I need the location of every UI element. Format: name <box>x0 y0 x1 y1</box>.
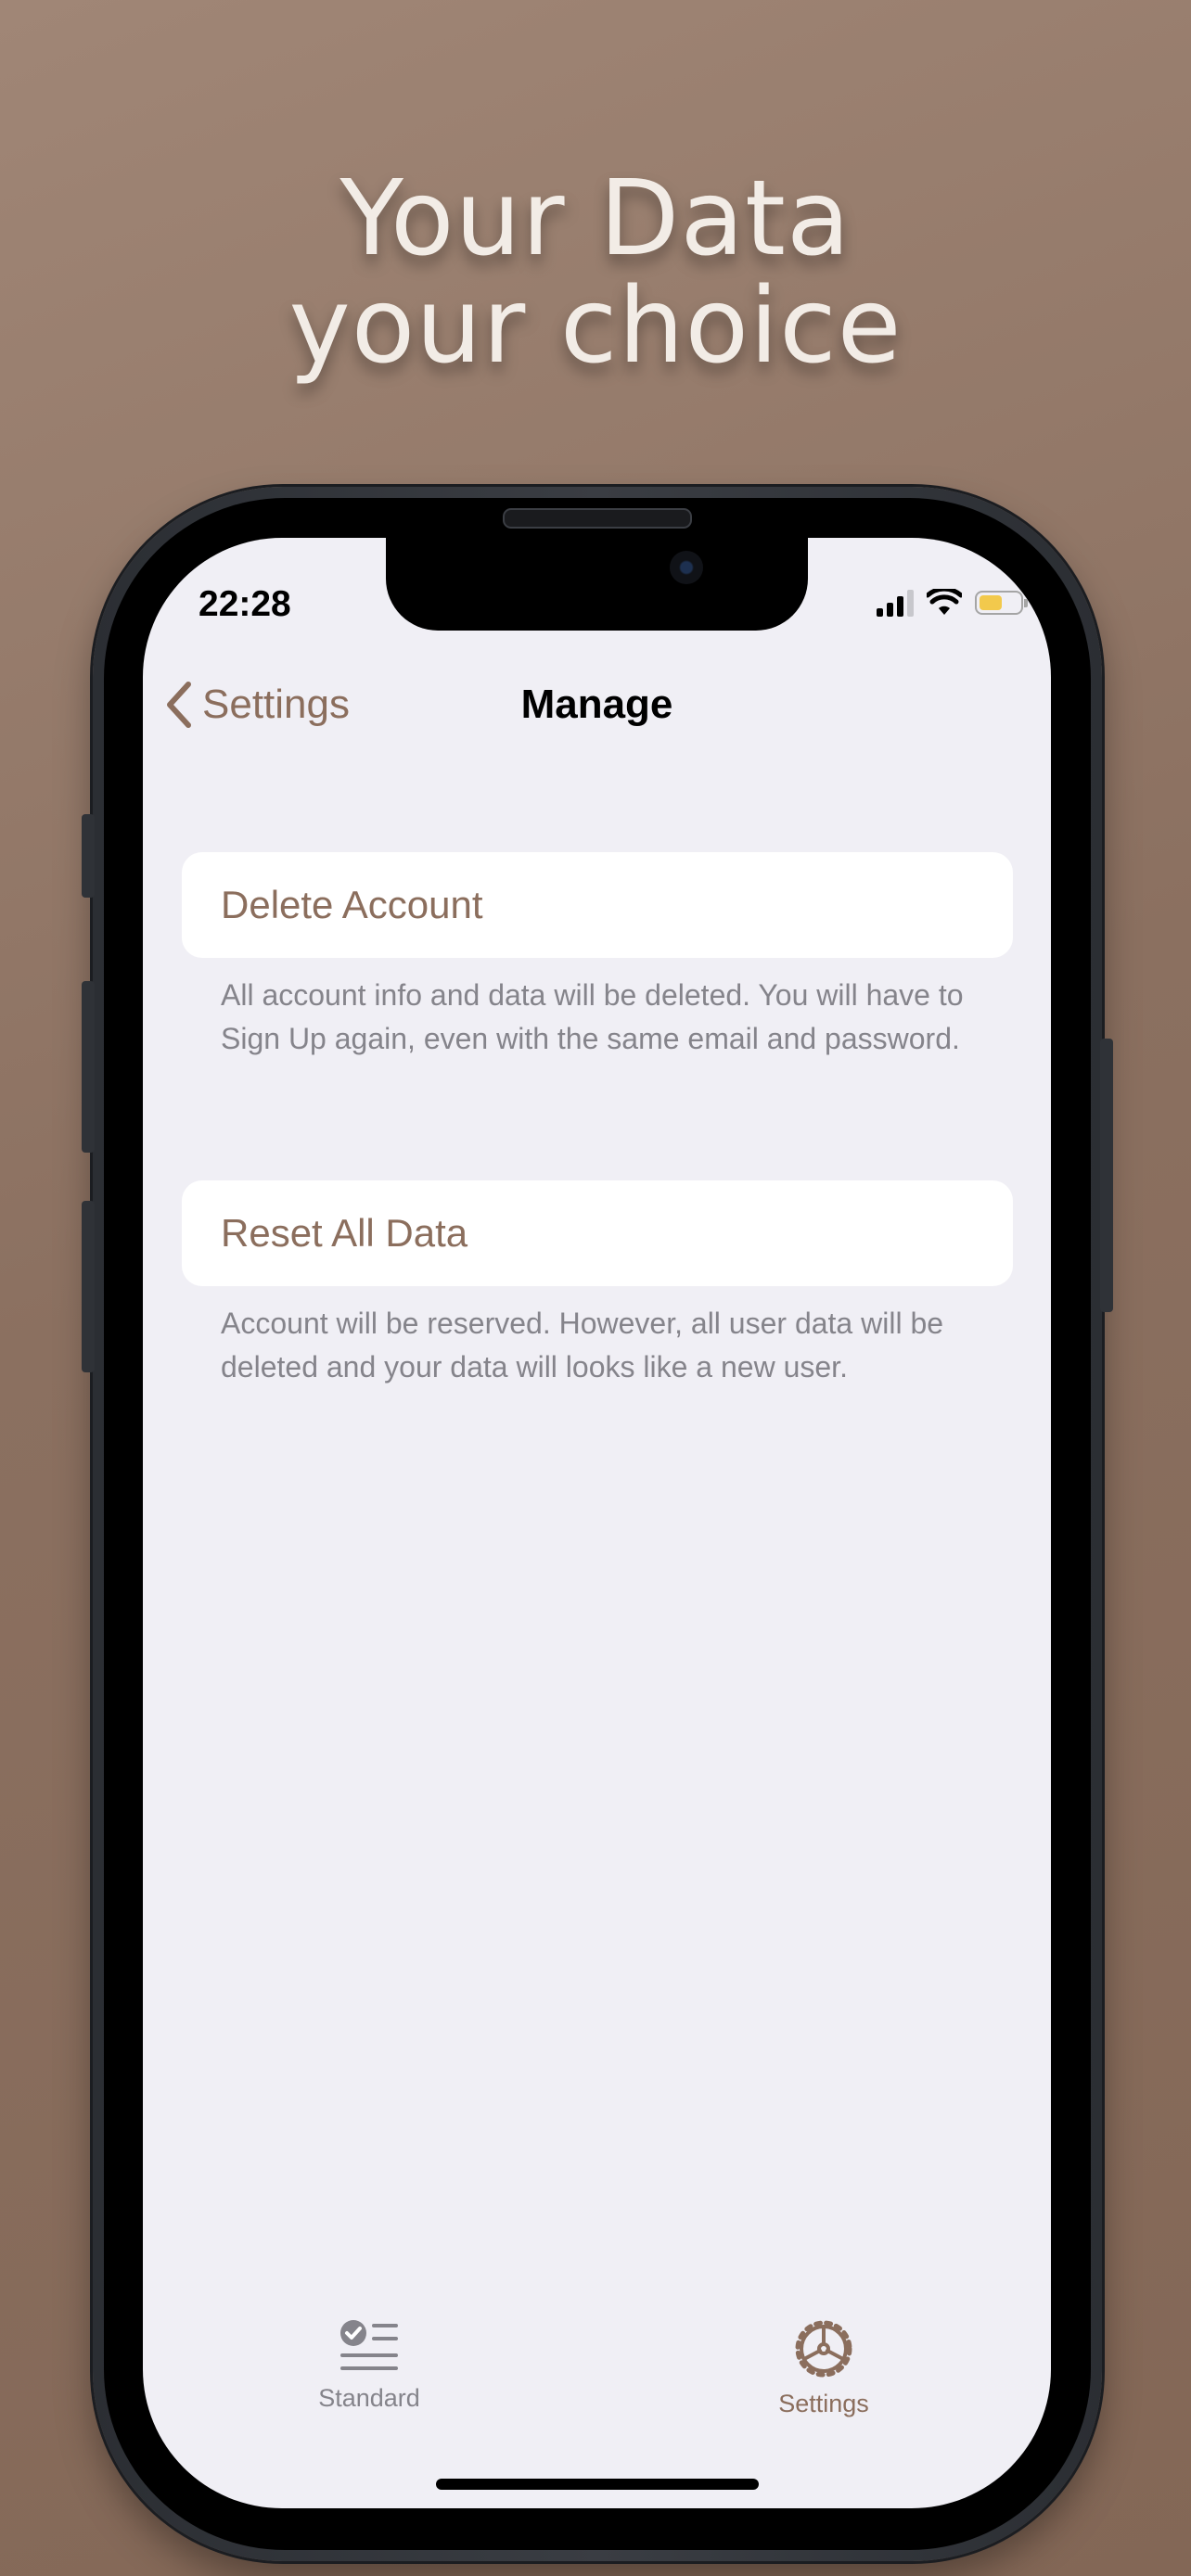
headline-line-2: your choice <box>288 266 903 387</box>
earpiece-speaker <box>503 508 692 529</box>
status-icons <box>877 586 1028 619</box>
chevron-left-icon <box>167 682 191 728</box>
phone-screen: 22:28 Manage Settings Delete Account All… <box>143 538 1051 2508</box>
back-button-label: Settings <box>202 682 350 727</box>
tab-bar: Standard Settings <box>143 2318 1051 2429</box>
delete-account-button[interactable]: Delete Account <box>182 852 1013 958</box>
volume-up-button <box>82 981 95 1153</box>
wifi-icon <box>927 589 962 615</box>
battery-icon <box>975 591 1028 615</box>
battery-level <box>980 595 1002 610</box>
checklist-icon <box>340 2320 398 2370</box>
gear-icon <box>795 2320 852 2378</box>
reset-all-data-label: Reset All Data <box>221 1211 468 1255</box>
front-camera <box>670 551 703 584</box>
home-indicator[interactable] <box>436 2479 759 2490</box>
back-button[interactable]: Settings <box>165 668 350 742</box>
volume-down-button <box>82 1201 95 1372</box>
power-button <box>1100 1039 1113 1312</box>
headline-line-1: Your Data <box>339 159 852 279</box>
reset-all-data-button[interactable]: Reset All Data <box>182 1180 1013 1286</box>
cellular-signal-icon <box>877 589 914 617</box>
reset-all-data-description: Account will be reserved. However, all u… <box>221 1307 944 1384</box>
promo-headline: Your Data your choice <box>0 165 1191 380</box>
tab-standard[interactable]: Standard <box>276 2318 462 2413</box>
delete-account-description: All account info and data will be delete… <box>221 978 964 1055</box>
notch <box>386 538 808 631</box>
tab-settings[interactable]: Settings <box>731 2318 916 2418</box>
tab-settings-label: Settings <box>778 2390 869 2417</box>
silent-switch <box>82 814 95 898</box>
navigation-bar: Manage Settings <box>143 668 1051 742</box>
tab-standard-label: Standard <box>318 2384 420 2412</box>
status-time: 22:28 <box>198 584 291 624</box>
delete-account-label: Delete Account <box>221 883 483 926</box>
